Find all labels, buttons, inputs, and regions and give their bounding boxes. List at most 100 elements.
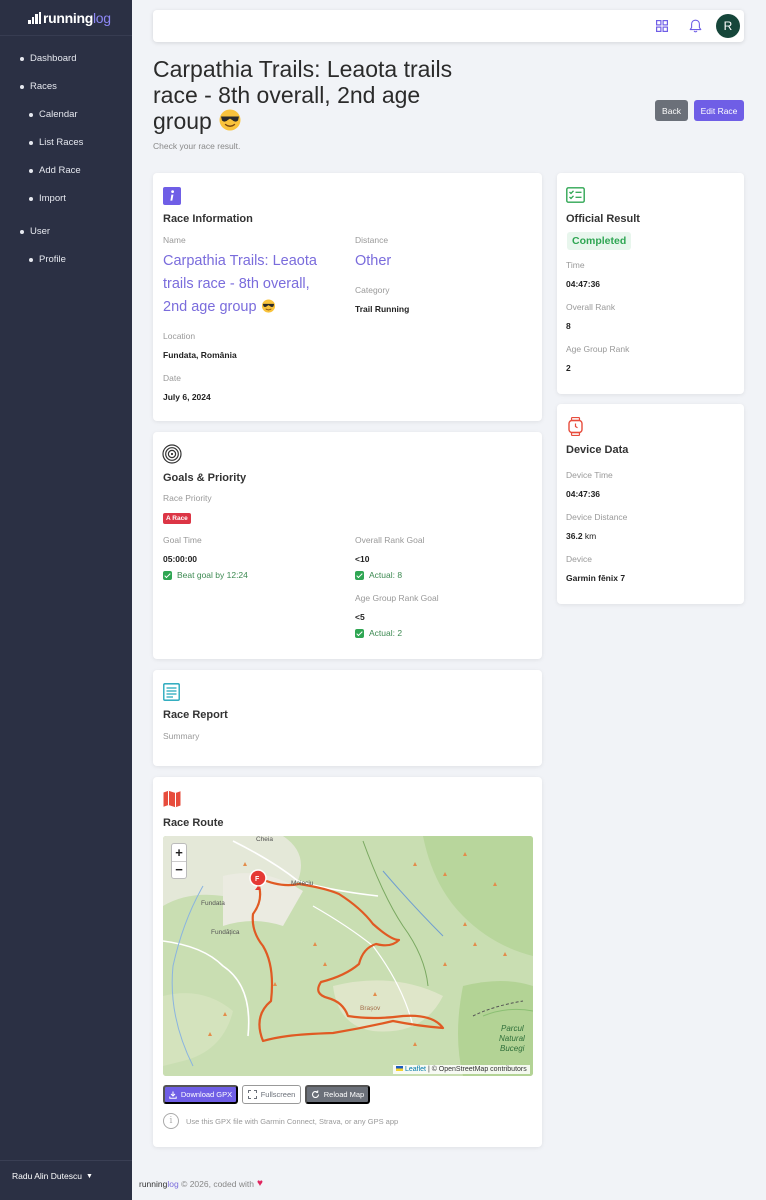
- device-value: Garmin fēnix 7: [566, 573, 626, 583]
- caret-down-icon: ▼: [85, 1172, 93, 1180]
- sidebar-item-add-race[interactable]: Add Race: [29, 165, 81, 176]
- device-data-card: Device Data Device Time 04:47:36 Device …: [557, 404, 744, 604]
- distance-number: 36.2: [566, 531, 583, 541]
- distance-value: Other: [355, 253, 392, 269]
- goal-time-result-text: Beat goal by 12:24: [177, 570, 248, 580]
- reload-map-label: Reload Map: [323, 1090, 365, 1099]
- user-menu[interactable]: Radu Alin Dutescu ▼: [12, 1171, 93, 1181]
- brand-name: running: [43, 9, 93, 26]
- sidebar-item-label: Import: [39, 193, 66, 204]
- goal-time-result: Beat goal by 12:24: [163, 570, 248, 580]
- zoom-in-button[interactable]: +: [172, 844, 186, 862]
- card-title: Race Information: [163, 213, 253, 225]
- heart-icon: ♥: [256, 1178, 263, 1189]
- bullet-icon: [20, 84, 24, 89]
- race-name-link[interactable]: Carpathia Trails: Leaota trails race - 8…: [163, 250, 333, 319]
- age-group-rank-value: 2: [566, 363, 571, 373]
- status-badge: Completed: [567, 232, 632, 250]
- target-icon: [162, 444, 182, 464]
- brand-name-accent: log: [93, 9, 111, 26]
- sidebar-item-label: List Races: [39, 137, 84, 148]
- sidebar-item-calendar[interactable]: Calendar: [29, 109, 78, 120]
- overall-goal-label: Overall Rank Goal: [355, 535, 425, 545]
- brand-logo[interactable]: runninglog: [0, 0, 132, 36]
- topbar: R: [153, 10, 744, 42]
- info-icon: [163, 187, 181, 205]
- flag-icon: [396, 1066, 403, 1071]
- card-title: Race Route: [163, 817, 224, 829]
- map-label: Bucegi: [500, 1044, 525, 1053]
- sidebar-item-list-races[interactable]: List Races: [29, 137, 83, 148]
- sidebar-item-label: Profile: [39, 254, 66, 265]
- location-label: Location: [163, 331, 196, 341]
- edit-race-button[interactable]: Edit Race: [694, 100, 744, 121]
- map-label: Fundățica: [211, 929, 240, 936]
- distance-label: Distance: [355, 235, 389, 245]
- sidebar-item-import[interactable]: Import: [29, 193, 66, 204]
- card-title: Device Data: [566, 444, 629, 456]
- distance-unit: km: [584, 531, 597, 541]
- map-zoom-control: + −: [171, 843, 187, 879]
- race-name-text: Carpathia Trails: Leaota trails race - 8…: [163, 253, 317, 315]
- download-gpx-button[interactable]: Download GPX: [163, 1085, 238, 1104]
- map-label: Fundata: [201, 900, 225, 907]
- download-gpx-label: Download GPX: [180, 1090, 233, 1099]
- sunglasses-emoji-icon: [219, 109, 241, 131]
- sidebar-item-label: Races: [30, 81, 57, 92]
- back-button[interactable]: Back: [655, 100, 688, 121]
- refresh-icon: [311, 1090, 319, 1098]
- route-map[interactable]: F Cheia Moieciu Fundata Fundățica Brașov…: [163, 836, 533, 1076]
- sidebar-item-label: Calendar: [39, 109, 78, 120]
- bullet-icon: [29, 112, 33, 117]
- device-time-value: 04:47:36: [566, 489, 601, 499]
- document-icon: [163, 683, 180, 701]
- map-label: Moieciu: [291, 880, 314, 887]
- bullet-icon: [29, 140, 33, 145]
- card-title: Goals & Priority: [163, 472, 247, 484]
- expand-icon: [247, 1090, 257, 1099]
- sidebar-item-races[interactable]: Races: [20, 81, 57, 92]
- age-goal-value: <5: [355, 612, 365, 622]
- race-information-card: Race Information Name Carpathia Trails: …: [153, 173, 542, 421]
- priority-badge: A Race: [163, 513, 191, 524]
- category-value: Trail Running: [355, 304, 410, 314]
- footer-text: © 2026, coded with: [181, 1178, 254, 1189]
- map-marker-label: F: [255, 876, 260, 883]
- reload-map-button[interactable]: Reload Map: [305, 1085, 370, 1104]
- goal-time-label: Goal Time: [163, 535, 202, 545]
- fullscreen-button[interactable]: Fullscreen: [242, 1085, 301, 1104]
- sidebar-item-label: Dashboard: [30, 53, 77, 64]
- leaflet-link[interactable]: Leaflet: [405, 1066, 426, 1073]
- bell-icon[interactable]: [689, 19, 702, 33]
- race-priority-label: Race Priority: [163, 493, 212, 503]
- map-icon: [163, 790, 181, 808]
- sidebar: runninglog Dashboard Races Calendar List…: [0, 0, 132, 1200]
- goals-priority-card: Goals & Priority Race Priority Goal Time…: [153, 432, 542, 659]
- category-label: Category: [355, 285, 390, 295]
- grid-icon[interactable]: [656, 20, 668, 32]
- overall-rank-label: Overall Rank: [566, 302, 616, 312]
- fullscreen-label: Fullscreen: [260, 1090, 296, 1099]
- avatar[interactable]: R: [716, 14, 740, 38]
- sidebar-item-label: Add Race: [39, 165, 81, 176]
- bullet-icon: [20, 229, 24, 234]
- location-value: Fundata, România: [163, 350, 237, 360]
- sidebar-item-profile[interactable]: Profile: [29, 254, 66, 265]
- page-title: Carpathia Trails: Leaota trails race - 8…: [153, 56, 453, 134]
- footer-brand: running: [139, 1178, 168, 1189]
- device-time-label: Device Time: [566, 470, 613, 480]
- age-goal-result: Actual: 2: [355, 628, 402, 638]
- device-label: Device: [566, 554, 592, 564]
- check-icon: [355, 628, 364, 638]
- sidebar-item-user[interactable]: User: [20, 226, 50, 237]
- zoom-out-button[interactable]: −: [172, 862, 186, 879]
- sidebar-item-dashboard[interactable]: Dashboard: [20, 53, 76, 64]
- map-attribution: Leaflet | © OpenStreetMap contributors: [393, 1065, 530, 1074]
- card-title: Official Result: [566, 213, 640, 225]
- sunglasses-emoji-icon: [261, 299, 275, 313]
- age-goal-label: Age Group Rank Goal: [355, 593, 439, 603]
- device-distance-value: 36.2 km: [566, 531, 596, 541]
- map-label: Cheia: [256, 836, 273, 843]
- age-goal-result-text: Actual: 2: [369, 628, 403, 638]
- bullet-icon: [29, 196, 33, 201]
